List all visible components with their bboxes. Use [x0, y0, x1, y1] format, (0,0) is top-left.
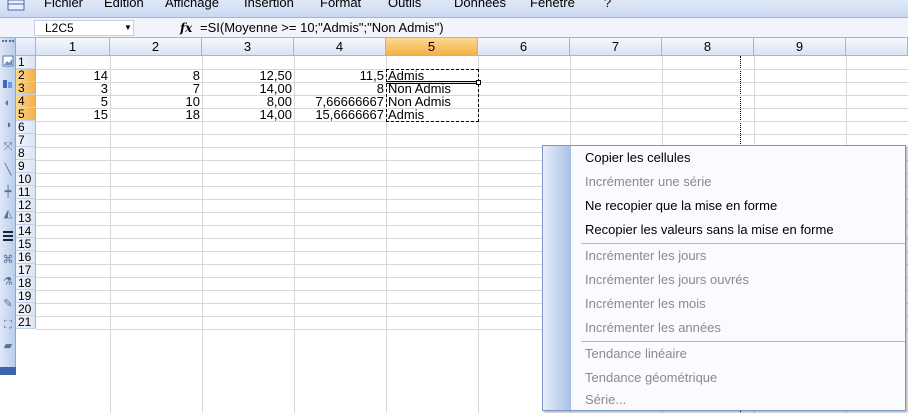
select-all-corner[interactable] — [16, 38, 36, 56]
3d-icon[interactable]: ◑ — [1, 118, 15, 132]
font-color-icon[interactable]: ⛶ — [1, 318, 15, 332]
cell[interactable]: 3 — [36, 82, 110, 95]
menu-item-incrementer-mois[interactable]: Incrémenter les mois — [571, 292, 905, 316]
menu-affichage[interactable]: Affichage — [165, 0, 219, 10]
menu-item-label: Ne recopier que la mise en forme — [585, 198, 778, 213]
column-header-1[interactable]: 1 — [36, 38, 110, 56]
column-header-5[interactable]: 5 — [386, 38, 478, 56]
column-header-3[interactable]: 3 — [202, 38, 294, 56]
fill-color-icon[interactable]: ⚗ — [1, 274, 15, 288]
menu-item-label: Série... — [585, 392, 627, 407]
rectangle-icon[interactable]: ┿ — [1, 184, 15, 198]
menu-item-label: Incrémenter les jours ouvrés — [585, 272, 750, 287]
menu-item-label: Copier les cellules — [585, 150, 691, 165]
menu-item-incrementer-jours-ouvres[interactable]: Incrémenter les jours ouvrés — [571, 268, 905, 292]
menu-item-label: Tendance linéaire — [585, 346, 687, 361]
cell[interactable]: 15,6666667 — [294, 108, 386, 121]
menu-item-label: Incrémenter les jours — [585, 248, 707, 263]
menu-item-label: Recopier les valeurs sans la mise en for… — [585, 222, 834, 237]
excel-app-icon[interactable] — [4, 0, 30, 12]
drawing-toolbar: ◐ ◑ ⤧ ╲ ┿ ◭ ⌘ ⚗ ✎ ⛶ ▰ — [0, 38, 16, 375]
menu-item-label: Incrémenter les années — [585, 320, 721, 335]
menu-item-label: Incrémenter les mois — [585, 296, 706, 311]
menu-item-copier-cellules[interactable]: Copier les cellules — [571, 146, 905, 170]
menu-item-tendance-lineaire[interactable]: Tendance linéaire — [571, 342, 905, 366]
textbox-icon[interactable] — [1, 228, 15, 242]
menu-insertion[interactable]: Insertion — [244, 0, 294, 10]
menu-item-tendance-geometrique[interactable]: Tendance géométrique — [571, 366, 905, 390]
menu-bar: Fichier Edition Affichage Insertion Form… — [0, 0, 908, 18]
menu-donnees[interactable]: Données — [454, 0, 506, 10]
selection-marquee — [386, 69, 479, 122]
line-style-icon[interactable]: ▰ — [1, 338, 15, 352]
column-header-2[interactable]: 2 — [110, 38, 202, 56]
row-header[interactable]: 21 — [16, 316, 36, 329]
menu-stripe — [543, 146, 571, 410]
formula-bar: L2C5 ▼ fx =SI(Moyenne >= 10;"Admis";"Non… — [0, 18, 908, 38]
column-header-10[interactable] — [846, 38, 908, 56]
column-header-7[interactable]: 7 — [570, 38, 662, 56]
autofill-options-menu: Copier les cellules Incrémenter une séri… — [542, 145, 906, 411]
menu-fenetre[interactable]: Fenêtre — [530, 0, 575, 10]
picture-icon[interactable] — [1, 54, 15, 68]
dash-style-icon[interactable] — [0, 367, 16, 375]
menu-item-label: Incrémenter une série — [585, 174, 712, 189]
line-color-icon[interactable]: ✎ — [1, 296, 15, 310]
menu-aide[interactable]: ? — [604, 0, 611, 10]
fill-handle[interactable] — [476, 80, 481, 85]
arrow-icon[interactable]: ⤧ — [1, 140, 15, 154]
cell[interactable]: 11,5 — [294, 69, 386, 82]
chart-icon[interactable] — [1, 76, 15, 90]
insert-function-icon[interactable]: fx — [180, 20, 192, 36]
menu-fichier[interactable]: Fichier — [44, 0, 83, 10]
column-header-6[interactable]: 6 — [478, 38, 570, 56]
column-header-4[interactable]: 4 — [294, 38, 386, 56]
menu-item-serie[interactable]: Série... — [571, 388, 905, 412]
active-cell-border — [386, 81, 479, 84]
menu-item-recopier-valeurs[interactable]: Recopier les valeurs sans la mise en for… — [571, 218, 905, 242]
menu-edition[interactable]: Edition — [104, 0, 144, 10]
cell[interactable]: 8 — [110, 69, 202, 82]
menu-format[interactable]: Format — [320, 0, 361, 10]
oval-icon[interactable]: ◭ — [1, 206, 15, 220]
menu-item-incrementer-serie[interactable]: Incrémenter une série — [571, 170, 905, 194]
cell[interactable]: 18 — [110, 108, 202, 121]
name-box[interactable]: L2C5 — [34, 20, 134, 36]
cell[interactable]: 14 — [36, 69, 110, 82]
cell[interactable]: 14,00 — [202, 108, 294, 121]
menu-item-recopier-mise-en-forme[interactable]: Ne recopier que la mise en forme — [571, 194, 905, 218]
line-icon[interactable]: ╲ — [1, 162, 15, 176]
wordart-icon[interactable]: ⌘ — [1, 252, 15, 266]
shadow-icon[interactable]: ◐ — [1, 96, 15, 110]
chevron-down-icon[interactable]: ▼ — [124, 20, 132, 36]
cell[interactable]: 15 — [36, 108, 110, 121]
formula-input[interactable]: =SI(Moyenne >= 10;"Admis";"Non Admis") — [200, 20, 444, 36]
menu-item-label: Tendance géométrique — [585, 370, 718, 385]
column-header-8[interactable]: 8 — [662, 38, 754, 56]
column-header-9[interactable]: 9 — [754, 38, 846, 56]
menu-outils[interactable]: Outils — [388, 0, 421, 10]
grip-icon[interactable] — [2, 40, 14, 43]
menu-item-incrementer-jours[interactable]: Incrémenter les jours — [571, 244, 905, 268]
menu-item-incrementer-annees[interactable]: Incrémenter les années — [571, 316, 905, 340]
